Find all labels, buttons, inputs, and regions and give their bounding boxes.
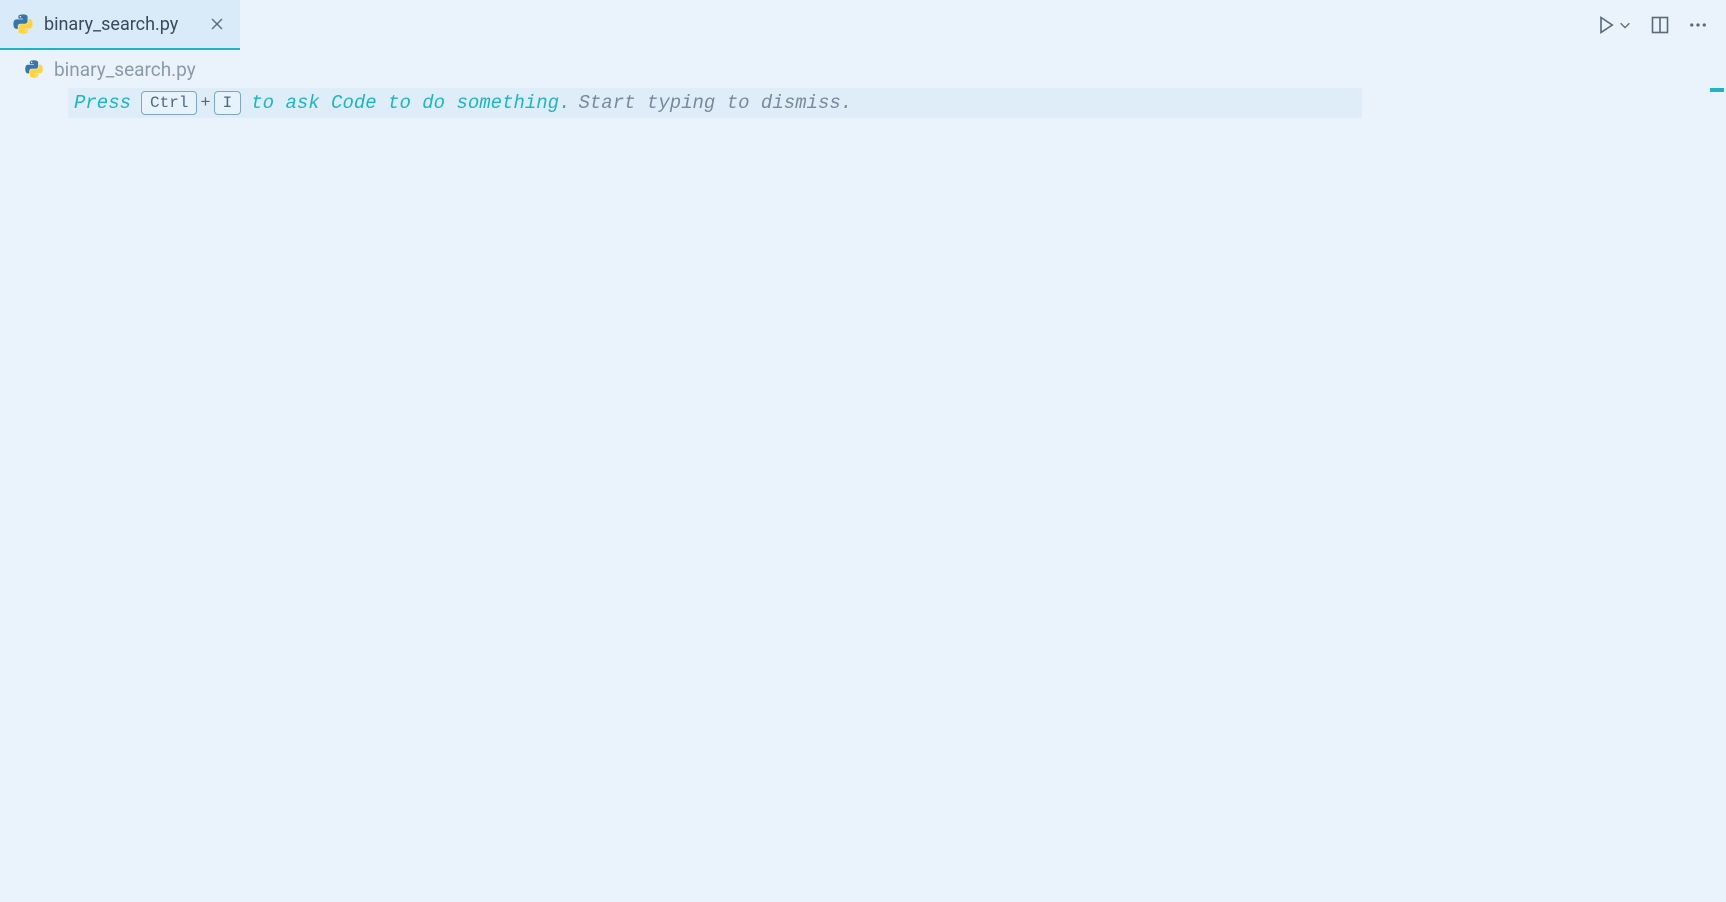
hint-ask-text: to ask Code to do something. [251, 92, 570, 114]
kbd-ctrl: Ctrl [141, 91, 197, 115]
kbd-i: I [214, 91, 242, 115]
scrollbar[interactable] [1708, 50, 1726, 902]
hint-press-text: Press [74, 92, 131, 114]
tab-bar: binary_search.py [0, 0, 1726, 50]
editor-area[interactable]: Press Ctrl + I to ask Code to do somethi… [0, 88, 1726, 118]
run-button-group [1596, 15, 1632, 35]
hint-dismiss-text: Start typing to dismiss. [579, 92, 853, 114]
play-icon[interactable] [1596, 15, 1616, 35]
chevron-down-icon[interactable] [1618, 18, 1632, 32]
tab-actions [1596, 0, 1708, 50]
python-icon [24, 59, 44, 79]
breadcrumb[interactable]: binary_search.py [0, 50, 1726, 88]
kbd-plus: + [200, 94, 210, 113]
editor-hint: Press Ctrl + I to ask Code to do somethi… [68, 88, 1362, 118]
split-editor-icon[interactable] [1650, 15, 1670, 35]
python-icon [12, 13, 34, 35]
close-icon[interactable] [208, 15, 226, 33]
editor-tab[interactable]: binary_search.py [0, 0, 240, 50]
tab-filename: binary_search.py [44, 14, 178, 35]
breadcrumb-filename: binary_search.py [54, 58, 196, 81]
more-icon[interactable] [1688, 15, 1708, 35]
